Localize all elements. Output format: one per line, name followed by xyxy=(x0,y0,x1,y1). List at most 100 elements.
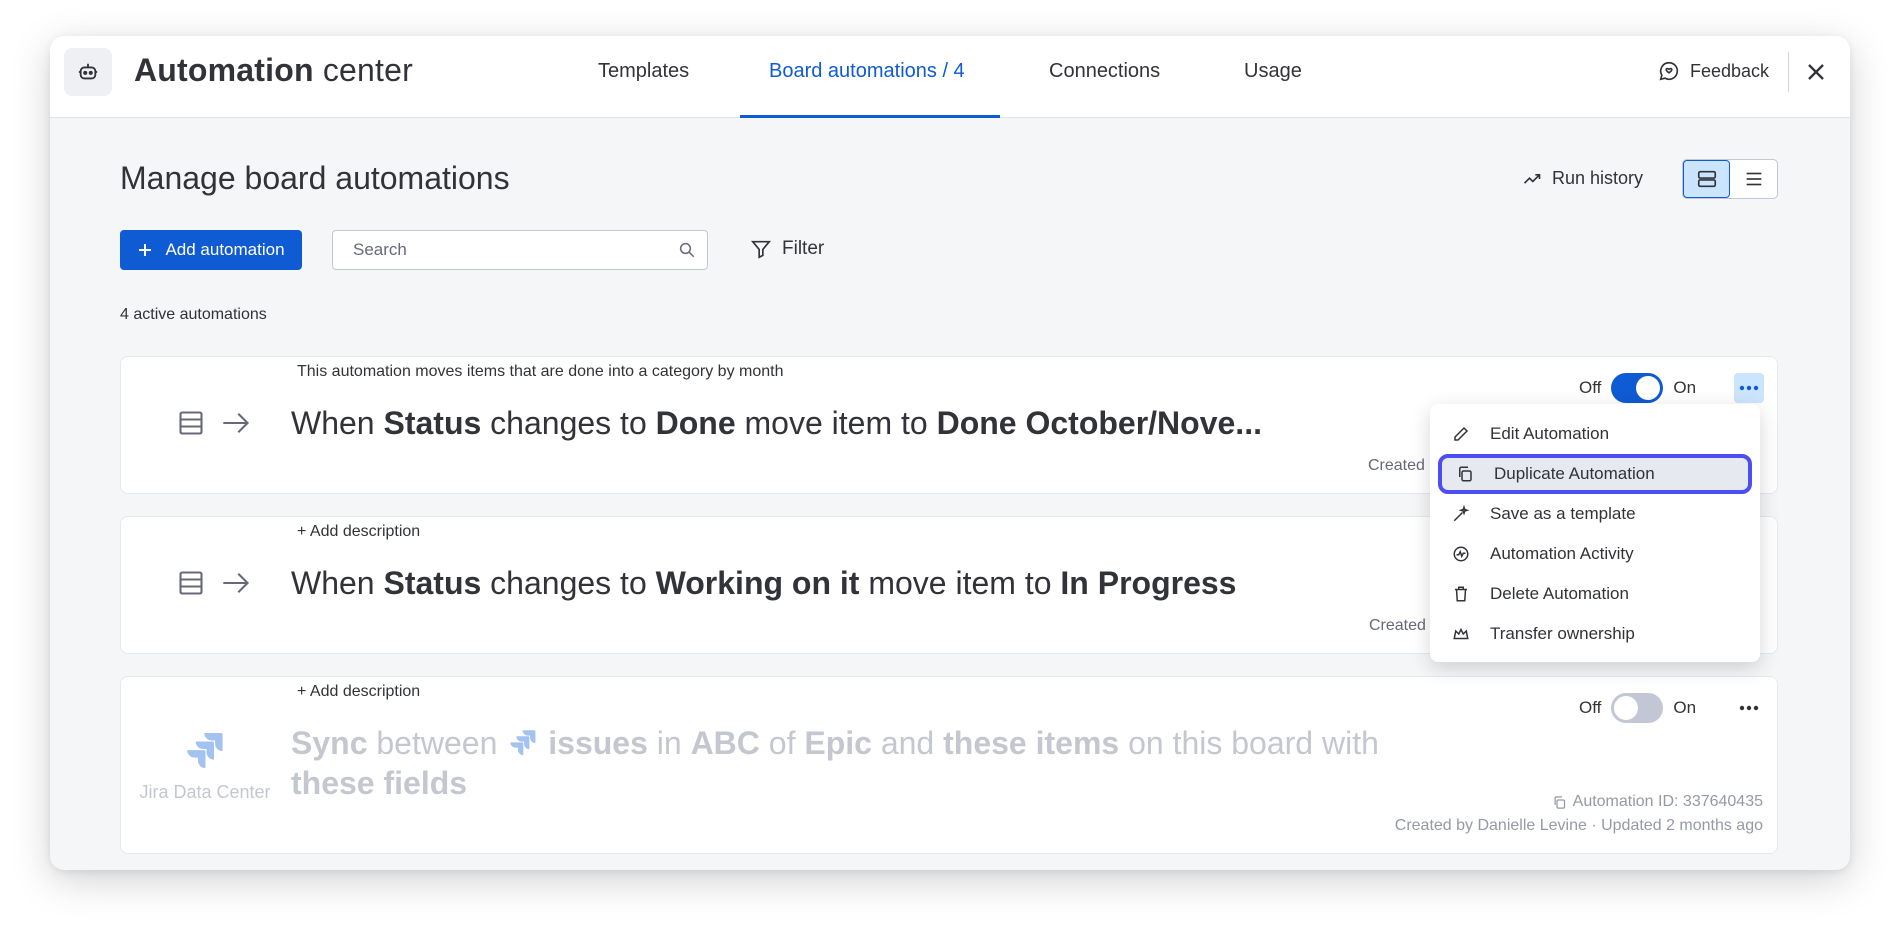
jira-icon xyxy=(187,733,223,769)
feedback-icon xyxy=(1659,61,1679,81)
board-icon xyxy=(179,571,203,595)
page-title: Manage board automations xyxy=(120,160,510,196)
recipe-items[interactable]: these items xyxy=(943,725,1119,761)
menu-item-label: Automation Activity xyxy=(1490,544,1634,563)
menu-item-duplicate-automation[interactable]: Duplicate Automation xyxy=(1438,454,1752,494)
recipe-target[interactable]: Done October/Nove... xyxy=(937,405,1262,441)
filter-icon xyxy=(751,240,771,259)
trend-icon xyxy=(1523,173,1541,184)
add-automation-button[interactable]: Add automation xyxy=(120,230,302,270)
menu-item-label: Save as a template xyxy=(1490,504,1636,523)
plus-icon xyxy=(139,244,152,256)
card-view-button[interactable] xyxy=(1683,160,1731,198)
more-options-icon[interactable] xyxy=(1734,693,1764,723)
menu-item-label: Edit Automation xyxy=(1490,424,1610,443)
toggle-off-label: Off xyxy=(1579,378,1602,397)
crown-icon xyxy=(1453,627,1469,640)
list-view-icon xyxy=(1746,172,1761,186)
recipe-action[interactable]: Sync xyxy=(291,725,367,761)
pencil-icon xyxy=(1454,426,1469,441)
run-history-button[interactable]: Run history xyxy=(1522,168,1643,189)
robot-icon xyxy=(64,48,112,96)
automation-id-label: Automation ID: 337640435 xyxy=(1572,793,1763,810)
menu-item-label: Delete Automation xyxy=(1490,584,1629,603)
add-automation-label: Add automation xyxy=(165,240,285,259)
automation-toggle: Off On xyxy=(1579,693,1696,723)
automation-recipe: Sync between issues in ABC of Epic and t… xyxy=(291,723,1379,803)
integration-badge: Jira Data Center xyxy=(135,727,275,803)
activity-icon xyxy=(1453,546,1469,562)
recipe-text: on this board with xyxy=(1119,725,1379,761)
recipe-issue-type[interactable]: Epic xyxy=(804,725,872,761)
recipe-text: of xyxy=(759,725,805,761)
automation-recipe: When Status changes to Done move item to… xyxy=(291,405,1262,442)
recipe-text: move item to xyxy=(735,405,937,441)
recipe-fields[interactable]: these fields xyxy=(291,765,467,801)
menu-item-transfer-ownership[interactable]: Transfer ownership xyxy=(1438,614,1752,654)
board-icon xyxy=(179,411,203,435)
created-info: Created xyxy=(1369,617,1426,634)
tab-connections[interactable]: Connections xyxy=(1049,60,1160,83)
copy-icon xyxy=(1554,795,1565,809)
tab-usage[interactable]: Usage xyxy=(1244,60,1302,83)
run-history-label: Run history xyxy=(1552,168,1644,188)
card-view-icon xyxy=(1697,170,1716,188)
automation-recipe: When Status changes to Working on it mov… xyxy=(291,565,1236,602)
list-view-button[interactable] xyxy=(1730,160,1777,198)
automation-type-icons xyxy=(177,569,251,597)
recipe-value[interactable]: Working on it xyxy=(656,565,860,601)
wand-icon xyxy=(1453,505,1470,522)
jira-icon xyxy=(510,730,536,756)
app-title-light: center xyxy=(313,52,413,88)
active-automations-count: 4 active automations xyxy=(120,306,267,323)
automation-type-icons xyxy=(177,409,251,437)
feedback-label: Feedback xyxy=(1690,60,1770,81)
copy-icon xyxy=(1459,466,1472,482)
search-icon xyxy=(678,241,696,259)
arrow-right-icon xyxy=(223,413,250,433)
recipe-text: When xyxy=(291,405,384,441)
trash-icon xyxy=(1455,586,1467,602)
automation-card[interactable]: + Add description Jira Data Center Sync … xyxy=(120,676,1778,854)
recipe-value[interactable]: Done xyxy=(656,405,736,441)
created-info: Created xyxy=(1368,457,1425,474)
toggle-on-label: On xyxy=(1673,378,1697,397)
recipe-target[interactable]: In Progress xyxy=(1060,565,1236,601)
feedback-button[interactable]: Feedback xyxy=(1658,60,1769,82)
top-bar: Automation center Templates Board automa… xyxy=(50,36,1850,118)
search-input[interactable] xyxy=(332,230,708,270)
tab-templates[interactable]: Templates xyxy=(598,60,689,83)
menu-item-label: Transfer ownership xyxy=(1490,624,1635,643)
add-description-link[interactable]: + Add description xyxy=(297,683,420,701)
recipe-column[interactable]: Status xyxy=(383,405,481,441)
topbar-divider xyxy=(1788,52,1789,92)
automation-id[interactable]: Automation ID: 337640435 xyxy=(1552,793,1763,811)
menu-item-delete-automation[interactable]: Delete Automation xyxy=(1438,574,1752,614)
tab-board-automations[interactable]: Board automations / 4 xyxy=(769,60,965,83)
toggle-switch[interactable] xyxy=(1611,693,1664,723)
toggle-switch[interactable] xyxy=(1611,373,1664,403)
app-title-bold: Automation xyxy=(134,52,314,88)
add-description-link[interactable]: + Add description xyxy=(297,523,420,541)
recipe-project[interactable]: ABC xyxy=(691,725,760,761)
menu-item-edit-automation[interactable]: Edit Automation xyxy=(1438,414,1752,454)
recipe-text: move item to xyxy=(859,565,1061,601)
recipe-text: changes to xyxy=(481,565,656,601)
recipe-text: in xyxy=(647,725,691,761)
recipe-text: between xyxy=(367,725,507,761)
created-info: Created by Danielle Levine · Updated 2 m… xyxy=(1394,817,1763,834)
toggle-off-label: Off xyxy=(1579,698,1602,717)
arrow-right-icon xyxy=(223,573,250,593)
recipe-entity[interactable]: issues xyxy=(548,725,648,761)
automation-description[interactable]: This automation moves items that are don… xyxy=(297,363,783,381)
automation-context-menu: Edit Automation Duplicate Automation Sav… xyxy=(1430,404,1760,662)
app-title: Automation center xyxy=(134,52,413,89)
filter-button[interactable]: Filter xyxy=(750,238,824,260)
menu-item-label: Duplicate Automation xyxy=(1494,464,1655,483)
recipe-column[interactable]: Status xyxy=(383,565,481,601)
menu-item-save-as-template[interactable]: Save as a template xyxy=(1438,494,1752,534)
close-icon[interactable] xyxy=(1802,58,1830,86)
more-options-icon[interactable] xyxy=(1734,373,1764,403)
active-tab-indicator xyxy=(740,115,1000,118)
menu-item-automation-activity[interactable]: Automation Activity xyxy=(1438,534,1752,574)
